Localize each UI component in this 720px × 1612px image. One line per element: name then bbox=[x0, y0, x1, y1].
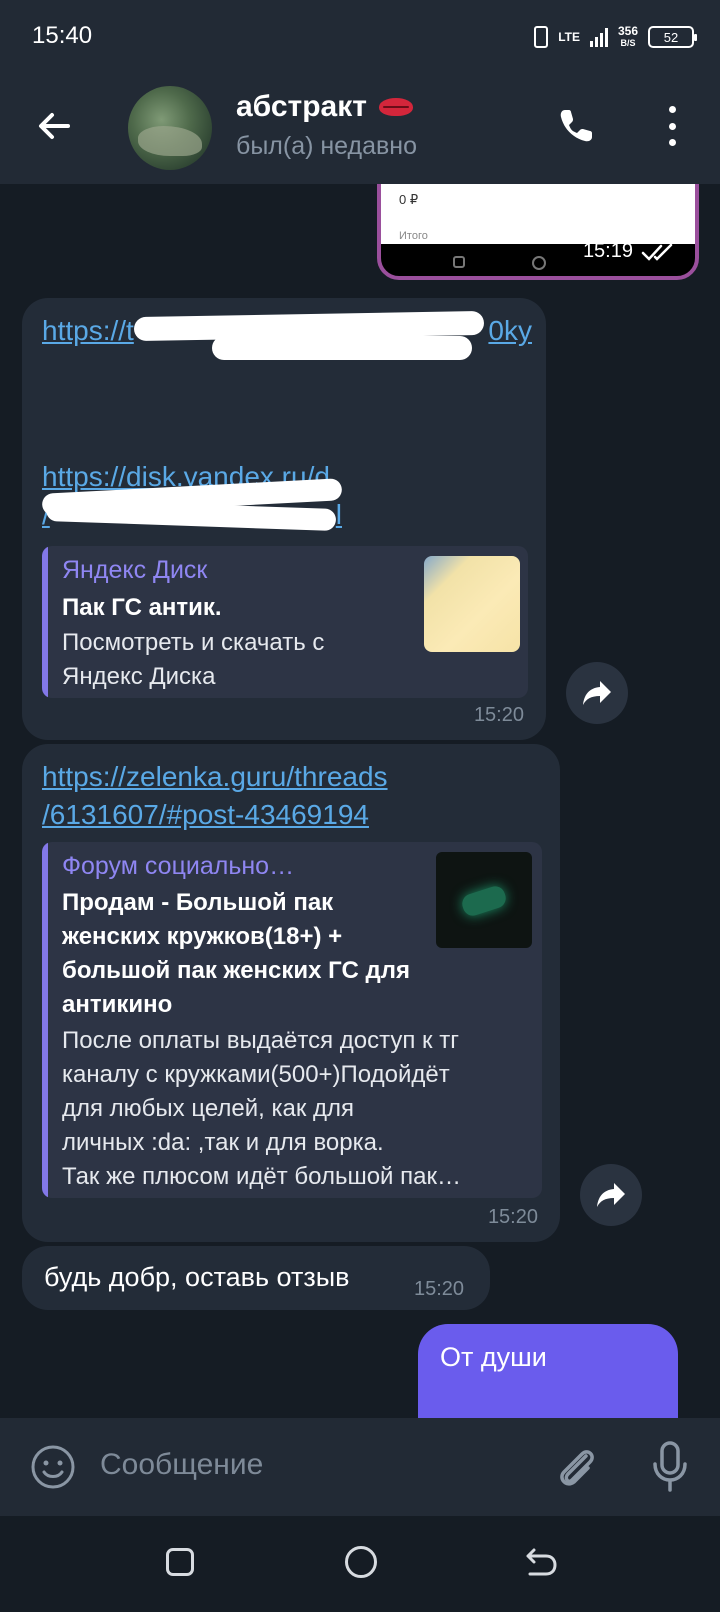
preview-description-4: личных :da: ,так и для ворка. bbox=[62, 1129, 384, 1156]
link-2-end: l bbox=[335, 499, 342, 530]
battery-icon: 52 bbox=[648, 26, 697, 48]
redaction-scribble bbox=[212, 336, 472, 360]
preview-title-1: Продам - Большой пак bbox=[62, 889, 334, 916]
preview-description-2: Яндекс Диска bbox=[62, 663, 216, 690]
link-line-2: /6131607/#post-43469194 bbox=[42, 799, 369, 830]
preview-title-2: женских кружков(18+) + bbox=[62, 923, 343, 950]
preview-description-3: для любых целей, как для bbox=[62, 1095, 355, 1122]
preview-description-1: После оплаты выдаётся доступ к тг bbox=[62, 1027, 459, 1054]
vibrate-icon bbox=[534, 26, 549, 48]
outgoing-message-text: От души bbox=[440, 1342, 547, 1372]
outgoing-message[interactable]: От души bbox=[418, 1324, 678, 1418]
preview-title: Пак ГС антик. bbox=[62, 594, 222, 621]
link-1-end: 0ky bbox=[488, 315, 532, 346]
back-arrow-icon[interactable] bbox=[34, 106, 74, 146]
read-checkmarks-icon bbox=[641, 243, 673, 261]
back-button[interactable] bbox=[524, 1546, 558, 1578]
screenshot-image bbox=[381, 184, 695, 244]
battery-level: 52 bbox=[663, 29, 679, 45]
message-text: будь добр, оставь отзыв bbox=[44, 1262, 350, 1292]
preview-title-3: большой пак женских ГС для bbox=[62, 957, 410, 984]
link-1-start: https://t bbox=[42, 315, 134, 346]
preview-site-name: Яндекс Диск bbox=[62, 556, 208, 584]
message-time: 15:20 bbox=[473, 704, 524, 726]
preview-description-2: каналу с кружками(500+)Подойдёт bbox=[62, 1061, 450, 1088]
status-icons: LTE 356 B/S 52 bbox=[534, 22, 697, 52]
image-time: 15:19 bbox=[582, 240, 633, 262]
message-time: 15:20 bbox=[414, 1278, 465, 1300]
recent-apps-button[interactable] bbox=[166, 1548, 194, 1576]
link-message-yandex[interactable]: https://t 0ky https://disk.yandex.ru/d /… bbox=[22, 298, 546, 740]
network-speed: 356 B/S bbox=[618, 25, 638, 49]
link-preview-yandex[interactable]: Яндекс Диск Пак ГС антик. Посмотреть и с… bbox=[42, 546, 528, 698]
preview-thumbnail bbox=[424, 556, 520, 652]
contact-title[interactable]: абстракт bbox=[236, 90, 413, 124]
status-time: 15:40 bbox=[32, 22, 93, 49]
message-input[interactable]: Сообщение bbox=[100, 1448, 263, 1482]
message-time: 15:19 bbox=[583, 240, 675, 263]
link-message-zelenka[interactable]: https://zelenka.guru/threads /6131607/#p… bbox=[22, 744, 560, 1242]
microphone-icon[interactable] bbox=[652, 1440, 688, 1494]
network-type: LTE bbox=[558, 31, 580, 43]
emoji-icon[interactable] bbox=[30, 1444, 76, 1490]
more-options-icon[interactable] bbox=[664, 106, 680, 146]
speed-value: 356 bbox=[617, 24, 638, 38]
preview-accent-bar bbox=[42, 842, 48, 1198]
home-button[interactable] bbox=[345, 1546, 377, 1578]
image-nav-square bbox=[453, 256, 465, 268]
image-total-label: Итого bbox=[399, 230, 428, 242]
share-button[interactable] bbox=[566, 662, 628, 724]
contact-name: абстракт bbox=[236, 90, 367, 123]
preview-description-5: Так же плюсом идёт большой пак… bbox=[62, 1163, 461, 1190]
speed-unit: B/S bbox=[620, 38, 636, 48]
contact-status: был(а) недавно bbox=[236, 132, 418, 160]
text-message[interactable]: будь добр, оставь отзыв 15:20 bbox=[22, 1246, 490, 1310]
message-input-bar: Сообщение bbox=[0, 1418, 720, 1516]
image-nav-circle bbox=[532, 256, 546, 270]
preview-thumbnail bbox=[436, 852, 532, 948]
paperclip-icon[interactable] bbox=[554, 1442, 598, 1492]
network-label: LTE bbox=[558, 30, 580, 44]
link-line-1: https://zelenka.guru/threads bbox=[42, 761, 388, 792]
signal-icon bbox=[589, 27, 608, 47]
share-button[interactable] bbox=[580, 1164, 642, 1226]
image-message[interactable]: 0 ₽ Итого 15:19 bbox=[377, 184, 699, 280]
preview-description-1: Посмотреть и скачать с bbox=[62, 629, 325, 656]
phone-icon[interactable] bbox=[556, 106, 596, 146]
preview-accent-bar bbox=[42, 546, 48, 698]
image-price-text: 0 ₽ bbox=[399, 192, 419, 207]
share-arrow-icon bbox=[597, 1183, 625, 1207]
message-link-zelenka[interactable]: https://zelenka.guru/threads /6131607/#p… bbox=[42, 758, 388, 834]
kiss-mark-icon bbox=[378, 98, 413, 116]
preview-title-4: антикино bbox=[62, 991, 173, 1018]
preview-site-name: Форум социально… bbox=[62, 852, 295, 880]
system-nav-bar bbox=[0, 1516, 720, 1612]
share-arrow-icon bbox=[583, 681, 611, 705]
status-bar: 15:40 LTE 356 B/S 52 bbox=[0, 0, 720, 72]
message-time: 15:20 bbox=[487, 1206, 538, 1228]
avatar[interactable] bbox=[128, 86, 212, 170]
chat-header: абстракт был(а) недавно bbox=[0, 72, 720, 184]
link-preview-zelenka[interactable]: Форум социально… Продам - Большой пак же… bbox=[42, 842, 542, 1198]
chat-history[interactable]: 0 ₽ Итого 15:19 https://t 0ky https://di… bbox=[0, 184, 720, 1418]
